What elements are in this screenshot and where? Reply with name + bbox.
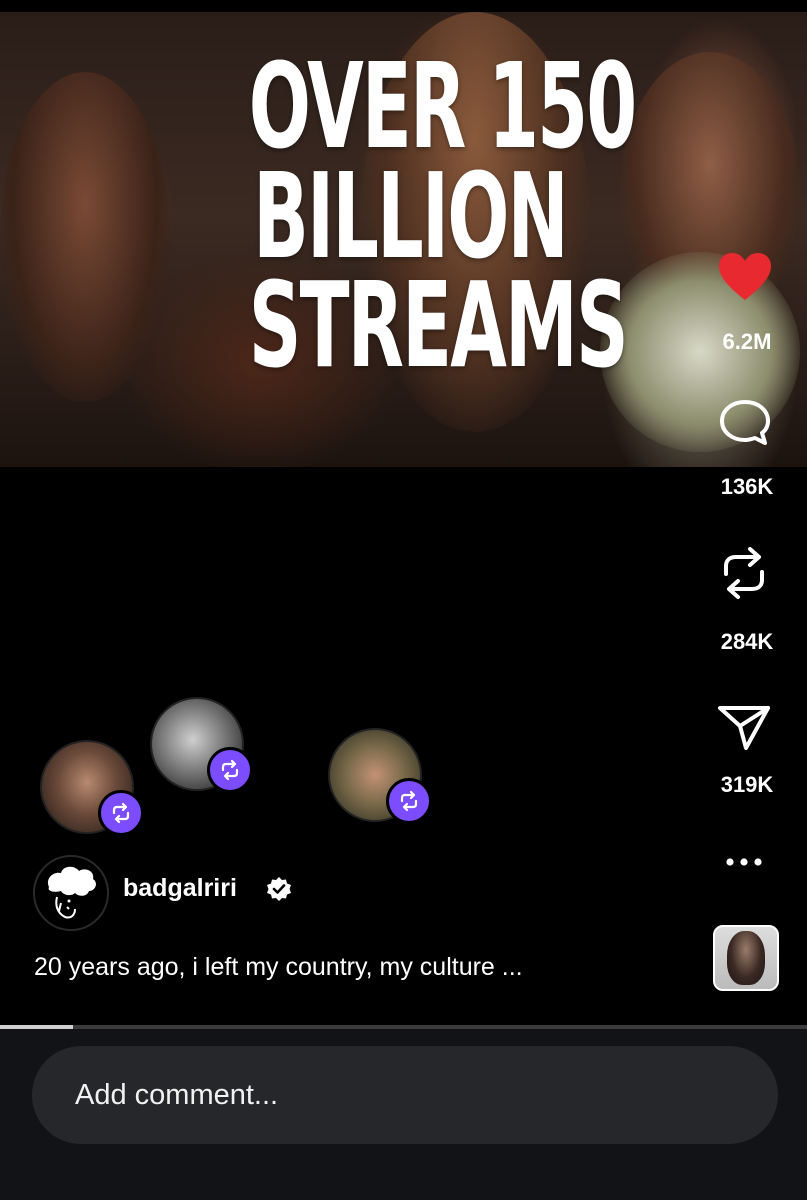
like-count: 6.2M [722,329,772,354]
author-avatar-sketch [47,866,96,919]
author-avatar[interactable] [33,855,109,931]
video-player[interactable]: OVER 150 BILLION STREAMS [0,12,807,467]
repost-icon[interactable] [718,544,770,602]
repost-badge-icon [207,747,253,793]
audio-thumbnail[interactable] [713,925,779,991]
headline-line-1: OVER 150 [248,37,637,175]
comment-bubble-icon[interactable] [718,398,772,448]
add-comment-input[interactable] [32,1046,778,1144]
heart-icon[interactable] [717,252,773,302]
paper-plane-icon[interactable] [716,702,772,752]
author-username[interactable]: badgalriri [123,874,237,903]
repost-badge-icon [386,778,432,824]
headline-line-2: BILLION [253,146,569,285]
comment-count: 136K [720,474,774,499]
verified-badge-icon [267,877,291,901]
post-caption[interactable]: 20 years ago, i left my country, my cult… [34,953,523,982]
repost-count: 284K [720,629,774,654]
reels-screen: OVER 150 BILLION STREAMS 6.2M 136K 284K [0,0,807,1200]
repost-badge-icon [98,790,144,836]
audio-thumbnail-portrait [727,931,765,985]
share-count: 319K [720,772,774,797]
background-dancer-left [0,72,170,402]
more-dots-icon[interactable] [724,855,764,869]
headline-line-3: STREAMS [248,256,629,395]
video-headline: OVER 150 BILLION STREAMS [248,37,637,395]
